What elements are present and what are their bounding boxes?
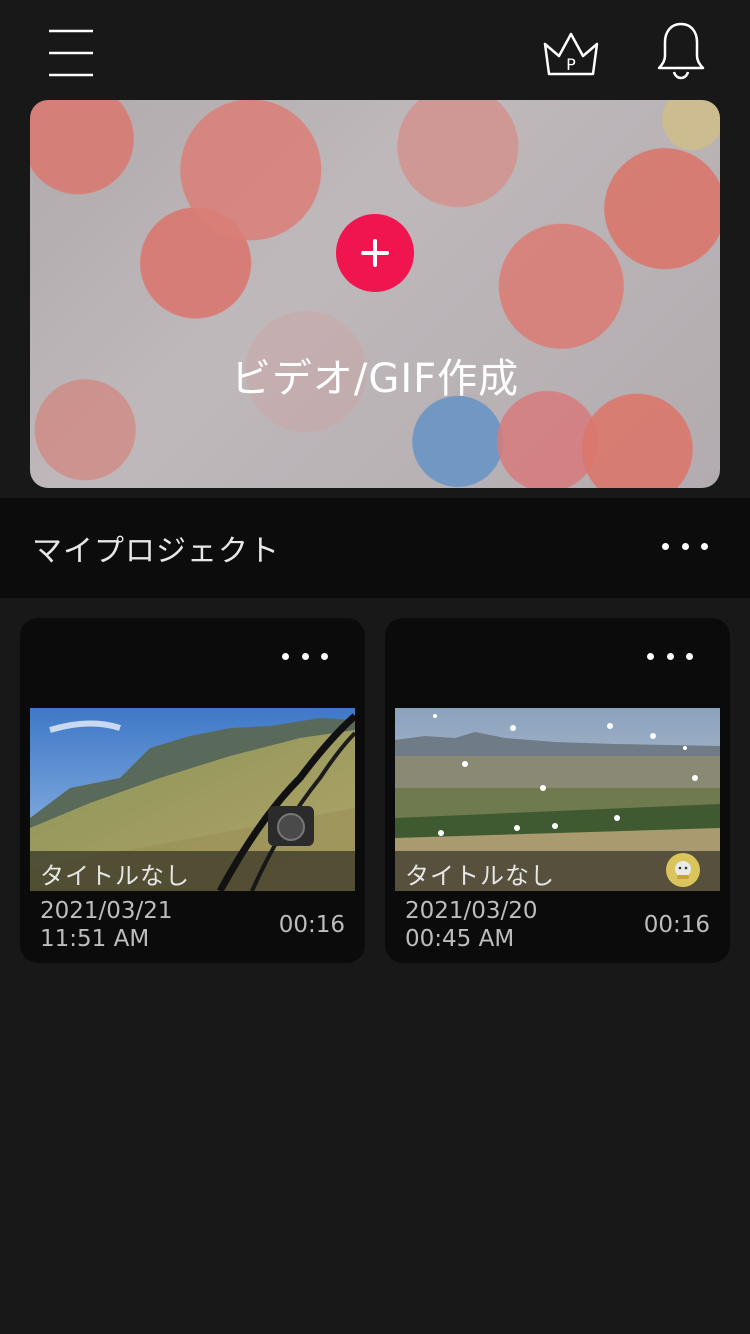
project-more-button[interactable]	[647, 644, 693, 668]
project-card[interactable]: タイトルなし 2021/03/21 11:51 AM 00:16	[20, 618, 365, 963]
create-video-label: ビデオ/GIF作成	[230, 356, 520, 402]
plus-icon	[361, 239, 389, 267]
bell-icon	[657, 22, 705, 80]
project-thumbnail[interactable]: タイトルなし	[395, 708, 720, 891]
more-dots-icon	[662, 542, 669, 550]
top-bar: P	[0, 0, 750, 100]
project-thumbnail[interactable]: タイトルなし	[30, 708, 355, 891]
project-duration: 00:16	[643, 912, 710, 938]
sticker-badge-icon	[666, 853, 700, 887]
project-title: タイトルなし	[40, 862, 190, 890]
more-dots-icon	[282, 652, 289, 660]
create-video-card[interactable]: ビデオ/GIF作成	[30, 100, 720, 488]
title-strip: タイトルなし	[30, 851, 355, 891]
menu-button[interactable]	[40, 20, 102, 82]
crown-icon: P	[543, 32, 599, 76]
notifications-button[interactable]	[650, 18, 712, 82]
project-title: タイトルなし	[405, 862, 555, 890]
project-time: 11:51 AM	[40, 926, 150, 952]
premium-button[interactable]: P	[536, 22, 606, 82]
premium-letter: P	[566, 55, 576, 74]
my-projects-header: マイプロジェクト	[0, 498, 750, 598]
more-dots-icon	[647, 652, 654, 660]
project-card[interactable]: タイトルなし 2021/03/20 00:45 AM 00:16	[385, 618, 730, 963]
my-projects-title: マイプロジェクト	[32, 534, 280, 569]
project-date: 2021/03/21	[40, 898, 173, 924]
project-more-button[interactable]	[282, 644, 328, 668]
project-duration: 00:16	[278, 912, 345, 938]
projects-more-button[interactable]	[662, 534, 708, 558]
app-root: P ビデオ/GIF作成 マイプロジェクト タイトルなし 2021/03/21 1…	[0, 0, 750, 1334]
add-project-button[interactable]	[336, 214, 414, 292]
title-strip: タイトルなし	[395, 851, 720, 891]
project-date: 2021/03/20	[405, 898, 538, 924]
hero-background	[30, 100, 720, 488]
project-time: 00:45 AM	[405, 926, 515, 952]
hamburger-menu-icon	[49, 29, 93, 77]
